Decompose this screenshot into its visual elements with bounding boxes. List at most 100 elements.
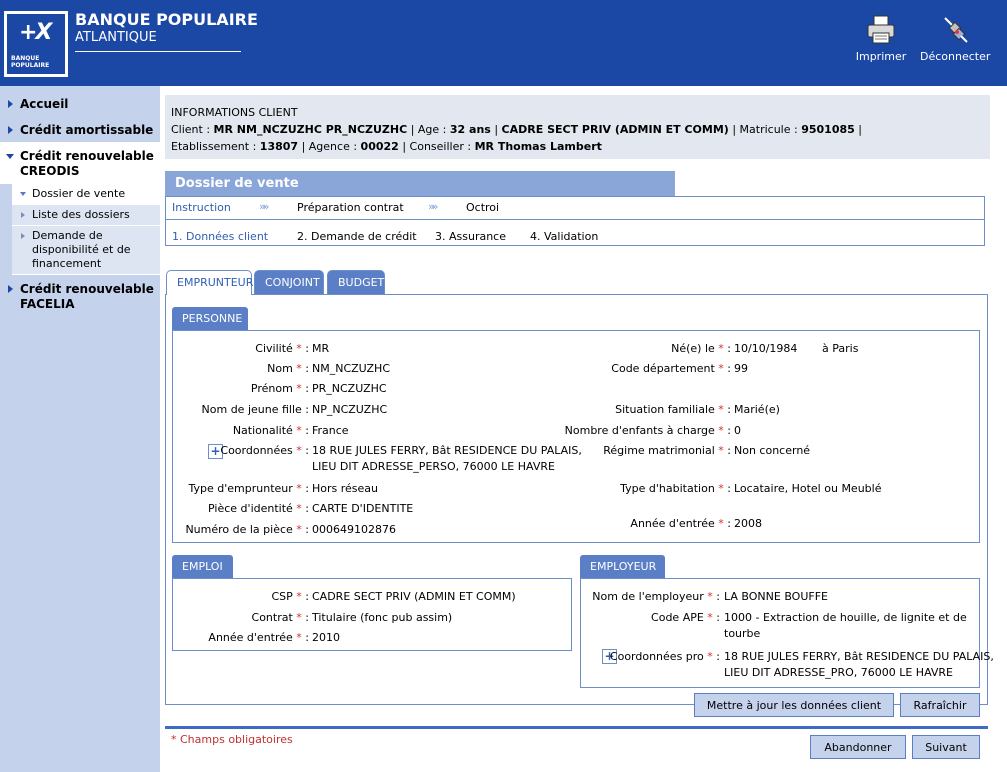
chevron-down-icon [6, 154, 14, 159]
logout-button[interactable]: Déconnecter [920, 14, 990, 63]
code-departement-value: 99 [734, 362, 748, 375]
prenom-label: Prénom * : [250, 382, 309, 395]
client-csp: CADRE SECT PRIV (ADMIN ET COMM) [501, 123, 729, 136]
nationalite-label: Nationalité * : [232, 424, 309, 437]
agence-label: | Agence : [298, 140, 361, 153]
disconnect-plug-icon [944, 17, 968, 43]
section-personne-title: PERSONNE [172, 307, 248, 330]
type-emprunteur-value: Hors réseau [312, 482, 379, 495]
required-fields-note: * Champs obligatoires [171, 733, 293, 746]
required-marker: * [718, 424, 724, 437]
piece-identite-value: CARTE D'IDENTITE [312, 502, 414, 515]
emploi-annee-label: Année d'entrée * : [208, 631, 309, 644]
print-label: Imprimer [855, 50, 907, 63]
substep-validation: 4. Validation [530, 230, 599, 243]
situation-familiale-value: Marié(e) [734, 403, 780, 416]
sidebar-item-label: Accueil [20, 97, 69, 111]
sidebar-item-label: Crédit amortissable [20, 123, 154, 137]
section-employeur-title: EMPLOYEUR [580, 555, 665, 578]
bank-logo[interactable]: +X BANQUE POPULAIRE [4, 11, 68, 77]
step-preparation: Préparation contrat [297, 201, 404, 214]
situation-familiale-label: Situation familiale * : [615, 403, 731, 416]
required-marker: * [296, 523, 302, 536]
substep-donnees-client[interactable]: 1. Données client [172, 230, 268, 243]
sidebar-item-credit-amortissable[interactable]: Crédit amortissable [0, 116, 160, 142]
client-etablissement: 13807 [259, 140, 299, 153]
type-habitation-label: Type d'habitation * : [620, 482, 731, 495]
annee-entree-label: Année d'entrée * : [630, 517, 731, 530]
civilite-value: MR [312, 342, 330, 355]
chevron-right-icon [21, 212, 25, 218]
employeur-nom-value: LA BONNE BOUFFE [724, 590, 828, 603]
bank-name: BANQUE POPULAIRE [75, 10, 258, 29]
sidebar-item-facelia[interactable]: Crédit renouvelable FACELIA [0, 275, 160, 316]
coordonnees-label: Coordonnées * : [220, 444, 309, 457]
next-button[interactable]: Suivant [912, 735, 980, 759]
csp-value: CADRE SECT PRIV (ADMIN ET COMM) [312, 590, 516, 603]
piece-identite-label: Pièce d'identité * : [208, 502, 309, 515]
sidebar-item-creodis[interactable]: Crédit renouvelable CREODIS [0, 142, 160, 184]
date-naissance-value: 10/10/1984 [734, 342, 798, 355]
step-instruction[interactable]: Instruction [172, 201, 231, 214]
contrat-label: Contrat * : [251, 611, 309, 624]
required-marker: * [296, 342, 302, 355]
age-label: | Age : [407, 123, 450, 136]
double-chevron-icon: »» [259, 200, 270, 213]
tab-emprunteur[interactable]: EMPRUNTEUR [166, 270, 253, 295]
required-marker: * [707, 590, 713, 603]
nom-value: NM_NCZUZHC [312, 362, 391, 375]
chevron-right-icon [21, 233, 25, 239]
code-ape-line1: 1000 - Extraction de houille, de lignite… [724, 611, 967, 624]
code-departement-label: Code département * : [611, 362, 731, 375]
sidebar-subitem-label: Dossier de vente [32, 187, 126, 200]
client-name: MR NM_NCZUZHC PR_NCZUZHC [213, 123, 408, 136]
enfants-charge-value: 0 [734, 424, 741, 437]
code-ape-label: Code APE * : [651, 611, 720, 624]
logo-mark-icon: +X [19, 20, 52, 45]
tab-conjoint[interactable]: CONJOINT [254, 270, 324, 294]
chevron-right-icon [8, 100, 13, 108]
required-marker: * [718, 482, 724, 495]
printer-icon [867, 15, 895, 44]
coordonnees-pro-line2: LIEU DIT ADRESSE_PRO, 76000 LE HAVRE [724, 666, 954, 679]
nationalite-value: France [312, 424, 349, 437]
abandon-button[interactable]: Abandonner [810, 735, 906, 759]
print-button[interactable]: Imprimer [846, 14, 916, 63]
required-marker: * [296, 424, 302, 437]
coordonnees-pro-label: Coordonnées pro * : [609, 650, 720, 663]
required-marker: * [718, 362, 724, 375]
update-client-data-button[interactable]: Mettre à jour les données client [694, 693, 894, 717]
enfants-charge-label: Nombre d'enfants à charge * : [564, 424, 731, 437]
double-chevron-icon: »» [428, 200, 439, 213]
coordonnees-line1: 18 RUE JULES FERRY, Bât RESIDENCE DU PAL… [312, 444, 582, 457]
matricule-label: | Matricule : [728, 123, 802, 136]
sidebar-item-accueil[interactable]: Accueil [0, 90, 160, 116]
numero-piece-label: Numéro de la pièce * : [185, 523, 309, 536]
regime-matrimonial-value: Non concerné [734, 444, 811, 457]
required-marker: * [296, 362, 302, 375]
required-marker: * [718, 403, 724, 416]
annee-entree-value: 2008 [734, 517, 762, 530]
client-label: Client : [171, 123, 214, 136]
logout-label: Déconnecter [920, 50, 991, 63]
client-info-line2: Etablissement : 13807 | Agence : 00022 |… [171, 138, 984, 155]
required-marker: * [718, 517, 724, 530]
sidebar-subitem-label: Liste des dossiers [32, 208, 130, 221]
step-octroi: Octroi [466, 201, 500, 214]
sidebar-subitem-demande-dispo[interactable]: Demande de disponibilité et de financeme… [12, 226, 160, 275]
workflow-steps: Instruction »» Préparation contrat »» Oc… [165, 196, 985, 246]
client-info-line1: Client : MR NM_NCZUZHC PR_NCZUZHC | Age … [171, 123, 862, 136]
tab-budget[interactable]: BUDGET [327, 270, 385, 294]
required-marker: * [296, 444, 302, 457]
required-marker: * [296, 502, 302, 515]
date-naissance-label: Né(e) le * : [671, 342, 731, 355]
prenom-value: PR_NCZUZHC [312, 382, 387, 395]
sidebar-subitem-dossier-vente[interactable]: Dossier de vente [12, 184, 160, 205]
sidebar-subitem-liste-dossiers[interactable]: Liste des dossiers [12, 205, 160, 226]
coordonnees-value: 18 RUE JULES FERRY, Bât RESIDENCE DU PAL… [312, 443, 582, 475]
coordonnees-pro-line1: 18 RUE JULES FERRY, Bât RESIDENCE DU PAL… [724, 650, 994, 663]
employeur-nom-label: Nom de l'employeur * : [592, 590, 720, 603]
required-marker: * [296, 631, 302, 644]
refresh-button[interactable]: Rafraîchir [900, 693, 980, 717]
required-marker: * [718, 342, 724, 355]
